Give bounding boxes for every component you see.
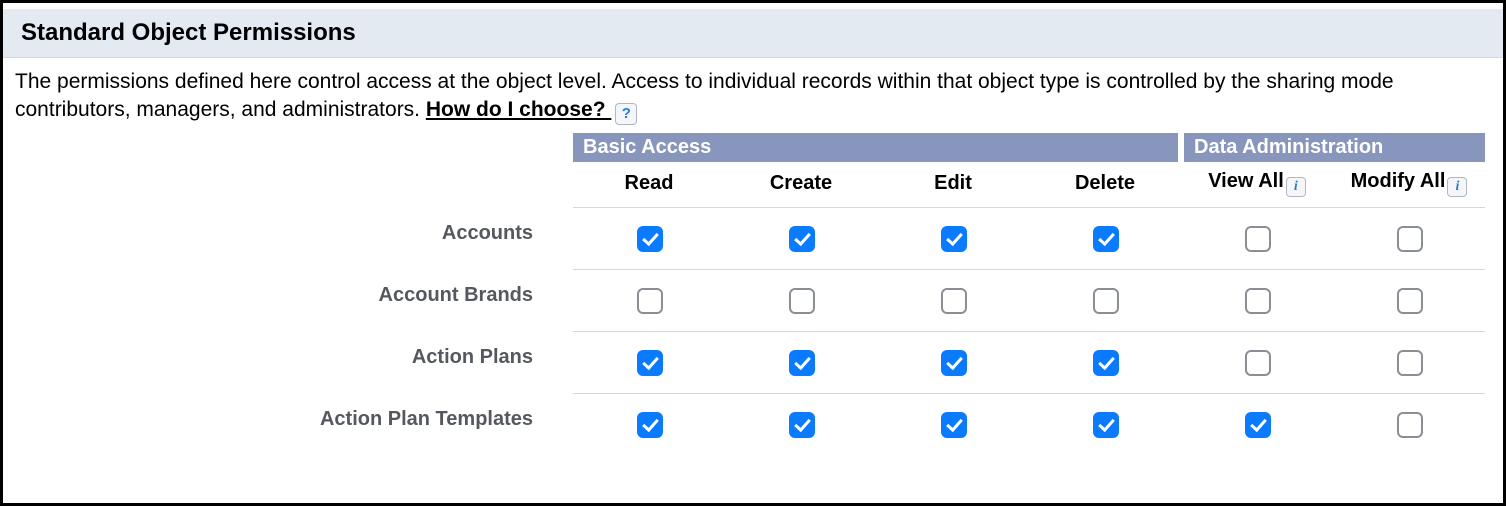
checkbox-create[interactable] [789, 412, 815, 438]
perm-cell-delete [1029, 270, 1181, 332]
checkbox-read[interactable] [637, 412, 663, 438]
col-modifyall: Modify Alli [1333, 162, 1485, 208]
row-label: Accounts [563, 208, 573, 270]
data-admin-group: Data Administration [1181, 133, 1485, 162]
perm-cell-delete [1029, 394, 1181, 456]
perm-cell-edit [877, 270, 1029, 332]
permissions-table: Basic Access Data Administration Read Cr… [563, 133, 1485, 456]
checkbox-edit[interactable] [941, 412, 967, 438]
checkbox-delete[interactable] [1093, 350, 1119, 376]
checkbox-delete[interactable] [1093, 226, 1119, 252]
perm-cell-viewall [1181, 270, 1333, 332]
col-create: Create [725, 162, 877, 208]
perm-cell-create [725, 332, 877, 394]
table-row: Accounts [563, 208, 1485, 270]
col-edit: Edit [877, 162, 1029, 208]
perm-cell-read [573, 208, 725, 270]
col-read: Read [573, 162, 725, 208]
perm-cell-create [725, 394, 877, 456]
checkbox-read[interactable] [637, 288, 663, 314]
perm-cell-edit [877, 332, 1029, 394]
checkbox-edit[interactable] [941, 288, 967, 314]
info-icon[interactable]: i [1286, 177, 1306, 197]
checkbox-create[interactable] [789, 288, 815, 314]
perm-cell-edit [877, 394, 1029, 456]
table-row: Action Plan Templates [563, 394, 1485, 456]
checkbox-create[interactable] [789, 226, 815, 252]
group-header-row: Basic Access Data Administration [563, 133, 1485, 162]
perm-cell-viewall [1181, 332, 1333, 394]
perm-cell-read [573, 270, 725, 332]
perm-cell-modifyall [1333, 270, 1485, 332]
checkbox-edit[interactable] [941, 226, 967, 252]
perm-cell-read [573, 332, 725, 394]
checkbox-edit[interactable] [941, 350, 967, 376]
section-header: Standard Object Permissions [3, 9, 1503, 58]
how-do-i-choose-link[interactable]: How do I choose? [426, 98, 612, 121]
description-text: The permissions defined here control acc… [15, 70, 1394, 121]
checkbox-read[interactable] [637, 350, 663, 376]
perm-cell-create [725, 270, 877, 332]
checkbox-viewall[interactable] [1245, 412, 1271, 438]
perm-cell-modifyall [1333, 332, 1485, 394]
perm-cell-edit [877, 208, 1029, 270]
perm-cell-modifyall [1333, 208, 1485, 270]
row-label: Action Plan Templates [563, 394, 573, 456]
col-delete: Delete [1029, 162, 1181, 208]
row-label: Action Plans [563, 332, 573, 394]
checkbox-viewall[interactable] [1245, 226, 1271, 252]
checkbox-modifyall[interactable] [1397, 350, 1423, 376]
checkbox-modifyall[interactable] [1397, 412, 1423, 438]
row-label: Account Brands [563, 270, 573, 332]
table-row: Account Brands [563, 270, 1485, 332]
column-header-row: Read Create Edit Delete View Alli Modify… [563, 162, 1485, 208]
checkbox-create[interactable] [789, 350, 815, 376]
basic-access-group: Basic Access [573, 133, 1181, 162]
table-row: Action Plans [563, 332, 1485, 394]
info-icon[interactable]: i [1447, 177, 1467, 197]
perm-cell-create [725, 208, 877, 270]
checkbox-delete[interactable] [1093, 412, 1119, 438]
perm-cell-read [573, 394, 725, 456]
permissions-description: The permissions defined here control acc… [3, 58, 1503, 133]
perm-cell-viewall [1181, 208, 1333, 270]
checkbox-viewall[interactable] [1245, 288, 1271, 314]
perm-cell-delete [1029, 208, 1181, 270]
checkbox-delete[interactable] [1093, 288, 1119, 314]
checkbox-viewall[interactable] [1245, 350, 1271, 376]
help-icon[interactable]: ? [615, 103, 637, 125]
checkbox-modifyall[interactable] [1397, 226, 1423, 252]
perm-cell-modifyall [1333, 394, 1485, 456]
checkbox-read[interactable] [637, 226, 663, 252]
checkbox-modifyall[interactable] [1397, 288, 1423, 314]
col-viewall: View Alli [1181, 162, 1333, 208]
perm-cell-delete [1029, 332, 1181, 394]
perm-cell-viewall [1181, 394, 1333, 456]
